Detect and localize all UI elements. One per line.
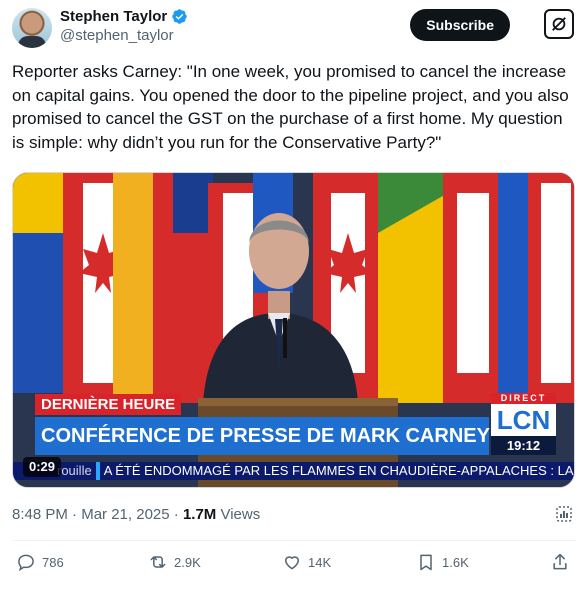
author-handle[interactable]: @stephen_taylor bbox=[60, 27, 188, 44]
bookmark-count: 1.6K bbox=[442, 554, 469, 570]
verified-badge-icon bbox=[172, 9, 188, 24]
video-player[interactable]: DERNIÈRE HEURE CONFÉRENCE DE PRESSE DE M… bbox=[12, 172, 575, 488]
reply-count: 786 bbox=[42, 554, 64, 570]
ticker-text: A ÉTÉ ENDOMMAGÉ PAR LES FLAMMES EN CHAUD… bbox=[103, 463, 574, 478]
reply-icon bbox=[18, 554, 34, 572]
meta-separator-2: · bbox=[173, 506, 179, 523]
bookmark-icon bbox=[420, 554, 432, 571]
subscribe-button[interactable]: Subscribe bbox=[410, 9, 510, 41]
author-avatar[interactable] bbox=[12, 8, 52, 48]
like-button[interactable]: 14K bbox=[282, 552, 331, 572]
share-button[interactable] bbox=[550, 552, 570, 572]
grok-icon[interactable] bbox=[544, 9, 574, 39]
views-label: Views bbox=[220, 506, 261, 523]
grok-glyph-icon bbox=[552, 17, 566, 31]
analytics-icon[interactable] bbox=[554, 504, 574, 524]
network-direct-label: DIRECT bbox=[491, 393, 556, 404]
repost-count: 2.9K bbox=[174, 554, 201, 570]
share-icon bbox=[553, 553, 567, 570]
views-count: 1.7M bbox=[182, 506, 217, 523]
tweet-meta: 8:48 PM · Mar 21, 2025 · 1.7M Views bbox=[12, 506, 260, 523]
repost-icon bbox=[150, 556, 166, 568]
like-count: 14K bbox=[308, 554, 332, 570]
repost-button[interactable]: 2.9K bbox=[148, 552, 201, 572]
broadcast-overlay: DERNIÈRE HEURE CONFÉRENCE DE PRESSE DE M… bbox=[13, 173, 574, 487]
author-name[interactable]: Stephen Taylor bbox=[60, 8, 167, 25]
like-icon bbox=[285, 556, 299, 570]
tweet-header: Stephen Taylor @stephen_taylor Subscribe bbox=[12, 8, 576, 52]
network-logo: LCN bbox=[496, 405, 551, 435]
reply-button[interactable]: 786 bbox=[16, 552, 64, 572]
breaking-news-label: DERNIÈRE HEURE bbox=[35, 394, 182, 415]
broadcast-headline: CONFÉRENCE DE PRESSE DE MARK CARNEY bbox=[35, 417, 490, 455]
tweet-time[interactable]: 8:48 PM bbox=[12, 506, 68, 523]
author-block: Stephen Taylor @stephen_taylor bbox=[60, 8, 188, 44]
meta-divider bbox=[12, 540, 576, 541]
bookmark-button[interactable]: 1.6K bbox=[416, 552, 469, 572]
action-bar: 786 2.9K 14K 1.6K bbox=[12, 552, 576, 578]
network-logo-box: DIRECT LCN 19:12 bbox=[491, 393, 556, 455]
tweet-text: Reporter asks Carney: "In one week, you … bbox=[12, 62, 569, 152]
meta-separator: · bbox=[72, 506, 78, 523]
news-ticker: rouille A ÉTÉ ENDOMMAGÉ PAR LES FLAMMES E… bbox=[13, 462, 574, 480]
video-duration-badge: 0:29 bbox=[23, 457, 62, 477]
tweet-date[interactable]: Mar 21, 2025 bbox=[81, 506, 169, 523]
network-clock: 19:12 bbox=[491, 436, 556, 455]
